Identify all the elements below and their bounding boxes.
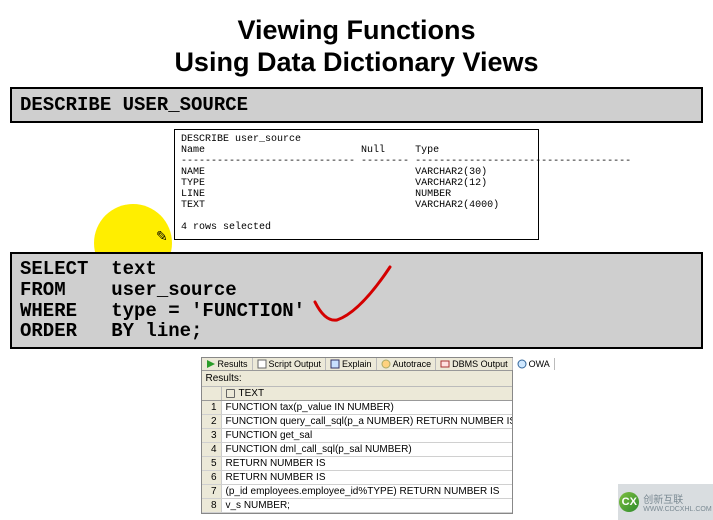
tab-owa[interactable]: OWA: [513, 358, 555, 370]
table-row: 3FUNCTION get_sal: [202, 429, 512, 443]
watermark: CX 创新互联 WWW.CDCXHL.COM: [618, 484, 713, 520]
tab-dbms-output[interactable]: DBMS Output: [436, 358, 513, 370]
table-row: 6 RETURN NUMBER IS: [202, 471, 512, 485]
script-icon: [257, 359, 267, 369]
table-row: 8 v_s NUMBER;: [202, 499, 512, 513]
title-line-1: Viewing Functions: [0, 14, 713, 46]
desc-col-null: Null: [361, 145, 385, 156]
table-row: 5 RETURN NUMBER IS: [202, 457, 512, 471]
sel-l2: FROM user_source: [20, 280, 693, 301]
desc-footer: 4 rows selected: [181, 222, 271, 233]
tab-results[interactable]: Results: [202, 358, 253, 370]
tab-script-output[interactable]: Script Output: [253, 358, 327, 370]
desc-r3-type: VARCHAR2(4000): [415, 200, 499, 211]
select-command-box: SELECT text FROM user_source WHERE type …: [10, 252, 703, 350]
results-grid-body: 1FUNCTION tax(p_value IN NUMBER) 2FUNCTI…: [202, 401, 512, 513]
desc-r3-name: TEXT: [181, 200, 205, 211]
desc-r1-name: TYPE: [181, 178, 205, 189]
dbms-icon: [440, 359, 450, 369]
table-row: 1FUNCTION tax(p_value IN NUMBER): [202, 401, 512, 415]
col-text-head: TEXT: [222, 387, 512, 400]
results-grid-header: TEXT: [202, 387, 512, 401]
results-tabbar: Results Script Output Explain Autotrace …: [202, 358, 512, 371]
table-row: 4FUNCTION dml_call_sql(p_sal NUMBER): [202, 443, 512, 457]
desc-sep3: ------------------------------------: [415, 156, 631, 167]
table-row: 2FUNCTION query_call_sql(p_a NUMBER) RET…: [202, 415, 512, 429]
play-icon: [206, 359, 216, 369]
col-rownum-head: [202, 387, 222, 400]
title-line-2: Using Data Dictionary Views: [0, 46, 713, 78]
sel-l1a: SELECT: [20, 258, 111, 280]
desc-header: DESCRIBE user_source: [181, 134, 301, 145]
sel-l3: WHERE type = 'FUNCTION': [20, 301, 693, 322]
describe-command-text: DESCRIBE USER_SOURCE: [20, 94, 248, 116]
desc-r0-type: VARCHAR2(30): [415, 167, 487, 178]
explain-icon: [330, 359, 340, 369]
desc-col-name: Name: [181, 145, 205, 156]
desc-r0-name: NAME: [181, 167, 205, 178]
watermark-text: 创新互联 WWW.CDCXHL.COM: [643, 491, 711, 513]
owa-icon: [517, 359, 527, 369]
desc-col-type: Type: [415, 145, 439, 156]
watermark-url: WWW.CDCXHL.COM: [643, 506, 711, 513]
results-panel: Results Script Output Explain Autotrace …: [201, 357, 513, 514]
sel-l4: ORDER BY line;: [20, 321, 693, 342]
desc-r1-type: VARCHAR2(12): [415, 178, 487, 189]
desc-r2-name: LINE: [181, 189, 205, 200]
desc-r2-type: NUMBER: [415, 189, 451, 200]
pencil-icon: ✎: [156, 228, 168, 245]
desc-sep1: -----------------------------: [181, 156, 355, 167]
col-text-label: TEXT: [239, 388, 265, 399]
describe-command-box: DESCRIBE USER_SOURCE: [10, 87, 703, 123]
slide-title: Viewing Functions Using Data Dictionary …: [0, 0, 713, 79]
tab-explain[interactable]: Explain: [326, 358, 377, 370]
autotrace-icon: [381, 359, 391, 369]
sel-l1b: text: [111, 258, 157, 280]
lock-icon: [226, 389, 235, 398]
watermark-logo: CX: [619, 492, 639, 512]
watermark-brand: 创新互联: [643, 491, 711, 506]
table-row: 7 (p_id employees.employee_id%TYPE) RETU…: [202, 485, 512, 499]
desc-sep2: --------: [361, 156, 409, 167]
describe-output-pane: DESCRIBE user_source Name Null Type ----…: [174, 129, 539, 240]
tab-autotrace[interactable]: Autotrace: [377, 358, 437, 370]
results-label: Results:: [202, 371, 512, 387]
